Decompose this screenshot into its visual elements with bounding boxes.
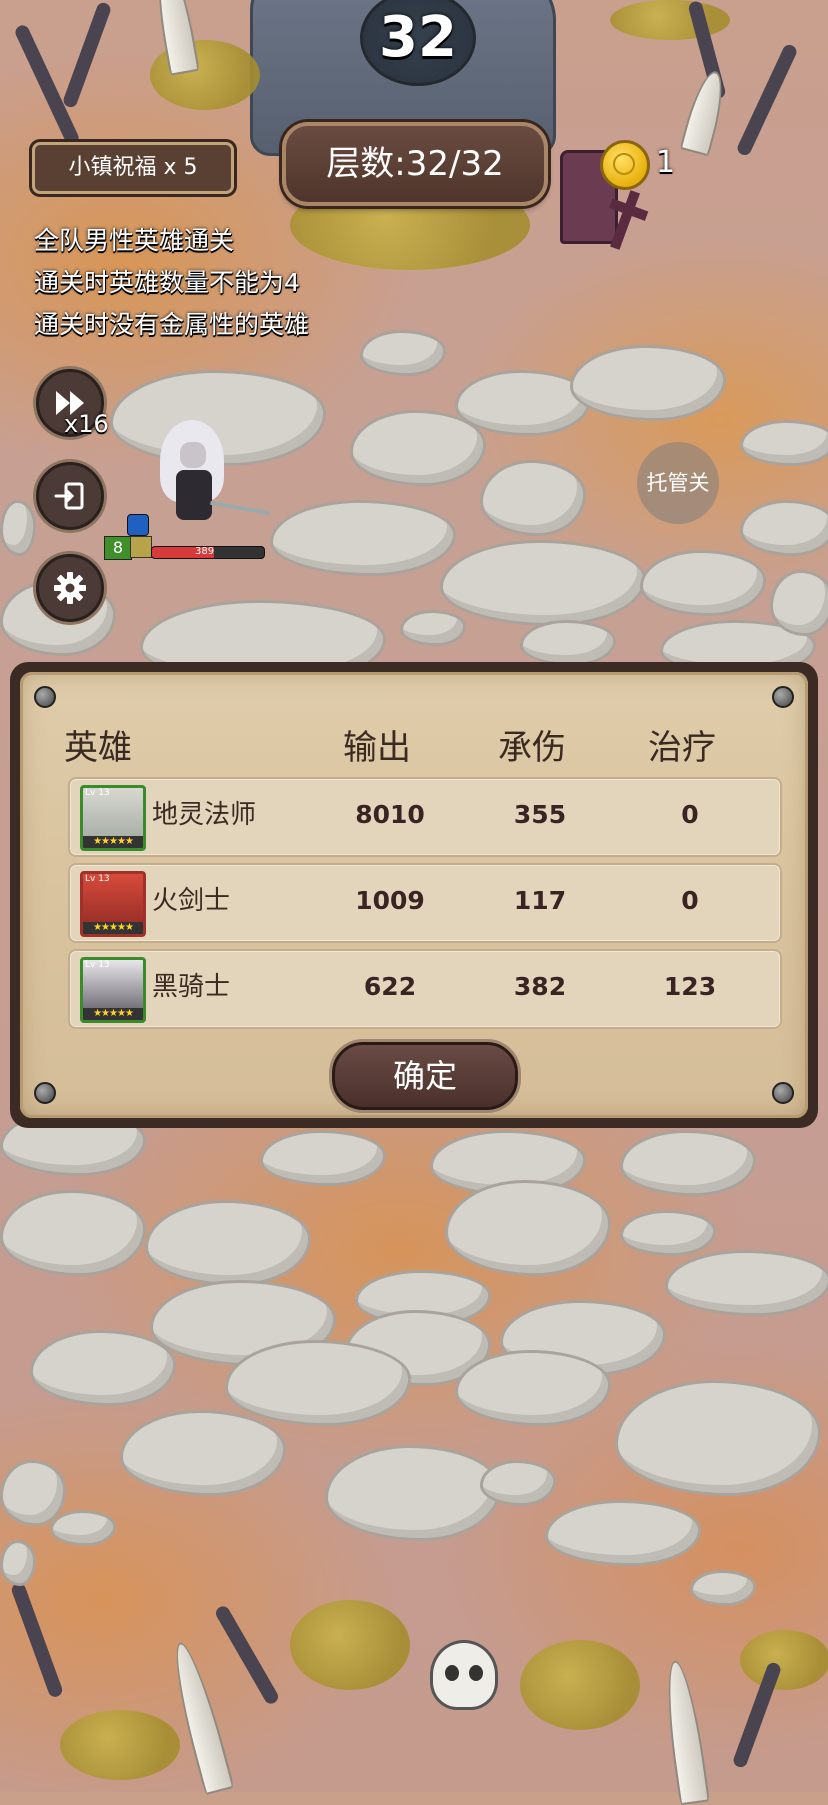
stone-tile [145, 1200, 311, 1286]
hero-sprite[interactable] [150, 420, 270, 530]
confirm-button[interactable]: 确定 [332, 1042, 518, 1110]
stone-tile [225, 1340, 411, 1426]
healing-value: 123 [663, 972, 717, 1001]
skull-decoration [430, 1640, 498, 1710]
town-blessing-badge[interactable]: 小镇祝福 x 5 [32, 142, 234, 194]
hero-face [180, 442, 206, 468]
coin-icon [600, 140, 650, 190]
stone-tile [770, 570, 828, 636]
stone-tile [740, 420, 828, 466]
stone-tile [325, 1445, 501, 1541]
healing-value: 0 [681, 886, 699, 915]
battle-result-panel: 英雄 输出 承伤 治疗 Lv 13 ★★★★★ 地灵法师 8010 355 0 … [10, 662, 818, 1128]
stone-tile [480, 1460, 556, 1506]
coin-count: 1 [656, 145, 676, 180]
bush-decoration [520, 1640, 640, 1730]
hero-portrait[interactable]: Lv 13 ★★★★★ [80, 957, 146, 1023]
stone-tile [690, 1570, 756, 1606]
stone-tile [620, 1210, 716, 1256]
rule-text: 通关时没有金属性的英雄 [34, 310, 310, 339]
rule-text: 通关时英雄数量不能为4 [34, 268, 300, 297]
stone-tile [260, 1130, 386, 1186]
output-value: 1009 [355, 886, 425, 915]
stone-tile [620, 1130, 756, 1196]
hero-hp-value: 389 [195, 546, 215, 557]
hero-name: 火剑士 [152, 886, 231, 916]
floor-indicator: 层数:32/32 [282, 122, 548, 206]
gear-icon [54, 572, 86, 604]
header-damage-taken: 承伤 [498, 728, 566, 768]
stone-tile [0, 1540, 36, 1586]
stone-tile [50, 1510, 116, 1546]
stone-tile [120, 1410, 286, 1496]
star-rating: ★★★★★ [83, 1008, 143, 1020]
header-hero: 英雄 [64, 728, 132, 768]
hero-armor [176, 470, 212, 520]
settings-button[interactable] [36, 554, 104, 622]
hero-level-badge: 8 [104, 536, 132, 560]
hero-portrait[interactable]: Lv 13 ★★★★★ [80, 871, 146, 937]
damage-taken-value: 382 [513, 972, 567, 1001]
speed-multiplier: x16 [64, 410, 109, 438]
stone-tile [360, 330, 446, 376]
star-rating: ★★★★★ [83, 922, 143, 934]
stone-tile [615, 1380, 821, 1496]
rivet-decoration [772, 1082, 794, 1104]
output-value: 8010 [355, 800, 425, 829]
exit-button[interactable] [36, 462, 104, 530]
rivet-decoration [772, 686, 794, 708]
stone-tile [445, 1180, 611, 1276]
output-value: 622 [363, 972, 417, 1001]
stone-tile [400, 610, 466, 646]
header-healing: 治疗 [648, 728, 716, 768]
bush-decoration [610, 0, 730, 40]
bush-decoration [740, 1630, 828, 1690]
portrait-level: Lv 13 [85, 874, 110, 884]
bush-decoration [290, 1600, 410, 1690]
healing-value: 0 [681, 800, 699, 829]
bush-decoration [60, 1710, 180, 1780]
stone-tile [440, 540, 646, 626]
hero-stat-row: Lv 13 ★★★★★ 地灵法师 8010 355 0 [68, 777, 782, 857]
stage-rules: 全队男性英雄通关 通关时英雄数量不能为4 通关时没有金属性的英雄 [34, 220, 309, 346]
damage-taken-value: 117 [513, 886, 567, 915]
exit-icon [54, 482, 84, 510]
star-rating: ★★★★★ [83, 836, 143, 848]
stone-tile [545, 1500, 701, 1566]
hero-name: 地灵法师 [152, 800, 257, 830]
stone-tile [350, 410, 486, 486]
damage-taken-value: 355 [513, 800, 567, 829]
element-icon [127, 514, 149, 536]
stone-tile [270, 500, 456, 576]
panel-body: 英雄 输出 承伤 治疗 Lv 13 ★★★★★ 地灵法师 8010 355 0 … [20, 672, 808, 1118]
stone-tile [0, 1460, 66, 1526]
rivet-decoration [34, 686, 56, 708]
header-output: 输出 [343, 728, 411, 768]
stone-tile [30, 1330, 176, 1406]
hero-portrait[interactable]: Lv 13 ★★★★★ [80, 785, 146, 851]
rule-text: 全队男性英雄通关 [34, 226, 235, 255]
stone-tile [0, 1190, 146, 1276]
stone-tile [740, 500, 828, 556]
hero-stat-row: Lv 13 ★★★★★ 火剑士 1009 117 0 [68, 863, 782, 943]
portrait-level: Lv 13 [85, 788, 110, 798]
stone-tile [520, 620, 616, 666]
stone-tile [0, 500, 36, 556]
hero-stat-row: Lv 13 ★★★★★ 黑骑士 622 382 123 [68, 949, 782, 1029]
hero-name: 黑骑士 [152, 972, 231, 1002]
stone-tile [455, 1350, 611, 1426]
stone-tile [640, 550, 766, 616]
stone-tile [665, 1250, 828, 1316]
stone-tile [480, 460, 586, 536]
portrait-level: Lv 13 [85, 960, 110, 970]
buff-icon [130, 536, 152, 558]
auto-battle-toggle[interactable]: 托管关 [637, 442, 719, 524]
stone-tile [570, 345, 726, 421]
rivet-decoration [34, 1082, 56, 1104]
